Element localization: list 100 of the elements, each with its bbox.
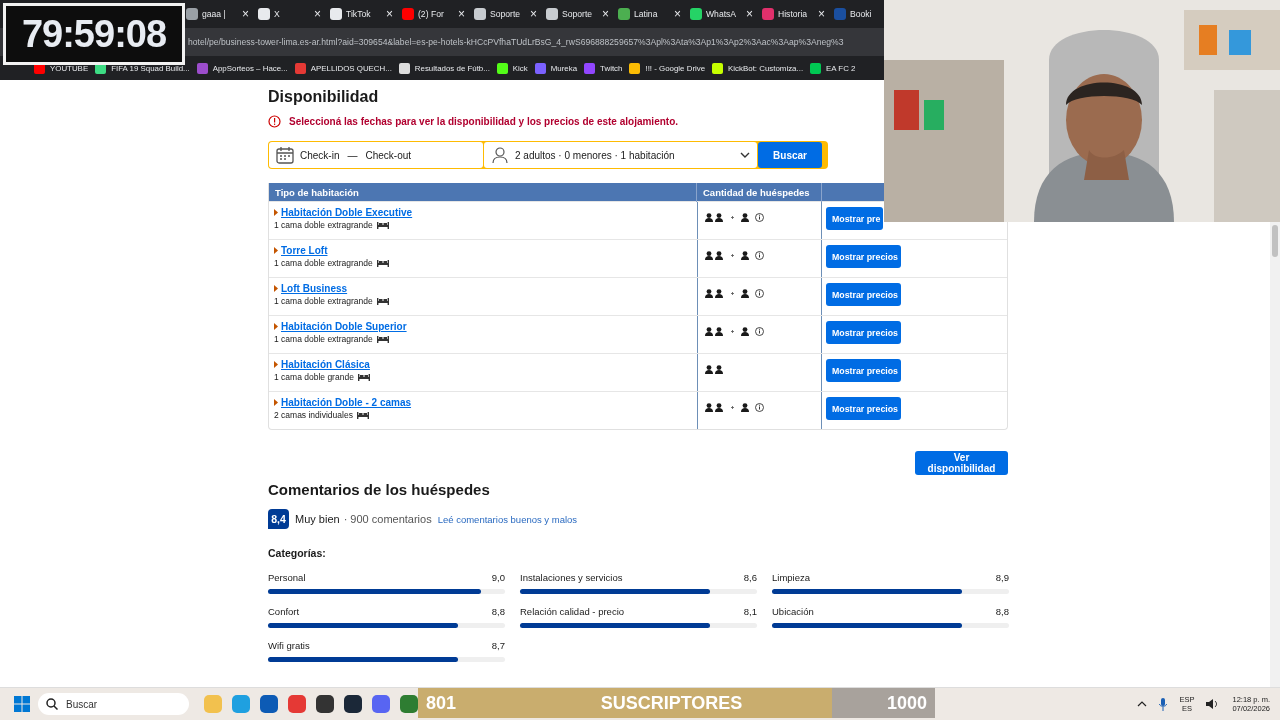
close-icon[interactable]: × xyxy=(314,7,321,21)
tab-title: WhatsA xyxy=(706,9,738,19)
microphone-icon xyxy=(1159,697,1168,711)
column-header: Cantidad de huéspedes xyxy=(697,183,822,202)
chevron-up-icon xyxy=(1137,701,1148,707)
category-name: Ubicación xyxy=(772,606,814,617)
guests-dropdown[interactable]: 2 adultos · 0 menores · 1 habitación xyxy=(484,142,757,168)
category-name: Limpieza xyxy=(772,572,811,583)
alert-icon xyxy=(268,115,281,128)
tab-title: X xyxy=(274,9,281,19)
browser-tab[interactable]: gaaa | × xyxy=(182,3,254,25)
caret-icon xyxy=(274,285,278,292)
close-icon[interactable]: × xyxy=(386,7,393,21)
alert-message: Seleccioná las fechas para ver la disponibilidad y los precios de este alojamiento. xyxy=(289,116,679,127)
room-link[interactable]: Torre Loft xyxy=(281,245,328,256)
app-icon xyxy=(287,694,307,714)
tab-title: Soporte xyxy=(562,9,594,19)
bed-description: 1 cama doble extragrande xyxy=(274,258,373,268)
calendar-icon xyxy=(276,146,294,164)
tab-title: (2) For xyxy=(418,9,445,19)
close-icon[interactable]: × xyxy=(818,7,825,21)
person-icon xyxy=(491,146,509,164)
show-prices-button[interactable]: Mostrar pre xyxy=(826,207,884,230)
close-icon[interactable]: × xyxy=(458,7,465,21)
app-icon xyxy=(259,694,279,714)
chevron-icon xyxy=(740,152,750,158)
app-icon xyxy=(343,694,363,714)
category-score: 8,8 xyxy=(491,606,505,617)
address-field[interactable]: hotel/pe/business-tower-lima.es-ar.html?aid=309654&label=es-pe-hotels-kHCcPVfhaTUdLrBsG_4_rwS696888259657%3Apl%3Ata%3Ap1%3Ap2%3Aac%3Aap%3Aneg%3 xyxy=(188,37,844,47)
room-link[interactable]: Loft Business xyxy=(281,283,348,294)
caret-icon xyxy=(274,247,278,254)
review-count: · 900 comentarios xyxy=(343,513,432,525)
category-score: 8,1 xyxy=(743,606,757,617)
scroll-thumb[interactable] xyxy=(1272,225,1278,257)
bed-icon xyxy=(376,297,389,305)
bed-icon xyxy=(357,373,370,381)
app-icon xyxy=(371,694,391,714)
search-field[interactable]: Buscar xyxy=(38,693,189,715)
browser-tab[interactable]: Soporte × xyxy=(542,3,614,25)
category-name: Personal xyxy=(268,572,306,583)
show-prices-button[interactable]: Mostrar precios xyxy=(826,283,901,306)
close-icon[interactable]: × xyxy=(746,7,753,21)
close-icon[interactable]: × xyxy=(602,7,609,21)
bed-icon xyxy=(376,335,389,343)
close-icon[interactable]: × xyxy=(674,7,681,21)
close-icon[interactable]: × xyxy=(530,7,537,21)
bed-description: 1 cama doble extragrande xyxy=(274,334,373,344)
room-link[interactable]: Habitación Clásica xyxy=(281,359,370,370)
category-name: Instalaciones y servicios xyxy=(520,572,623,583)
subscriber-goal: 1000 xyxy=(886,692,927,714)
tab-title: TikTok xyxy=(346,9,372,19)
close-icon[interactable]: × xyxy=(242,7,249,21)
score-badge: 8,4 xyxy=(268,509,289,529)
category-score: 8,9 xyxy=(995,572,1009,583)
subscriber-count: 801 xyxy=(426,692,457,714)
caret-icon xyxy=(274,209,278,216)
browser-tab[interactable]: TikTok × xyxy=(326,3,398,25)
browser-tab[interactable]: Soporte × xyxy=(470,3,542,25)
bed-description: 1 cama doble extragrande xyxy=(274,220,373,230)
availability-button[interactable]: Ver disponibilidad xyxy=(915,451,1008,475)
tab-title: Historia xyxy=(778,9,809,19)
category-score: 9,0 xyxy=(491,572,505,583)
subscriber-label: SUSCRIPTORES xyxy=(600,692,743,714)
scrollbar[interactable] xyxy=(1270,222,1280,687)
caret-icon xyxy=(274,323,278,330)
room-link[interactable]: Habitación Doble - 2 camas xyxy=(281,397,412,408)
reviews-link[interactable]: Leé comentarios buenos y malos xyxy=(437,513,578,525)
browser-tab[interactable]: Booki xyxy=(830,3,884,25)
show-prices-button[interactable]: Mostrar precios xyxy=(826,321,901,344)
section-title: Disponibilidad xyxy=(268,88,380,106)
category-name: Relación calidad - precio xyxy=(520,606,625,617)
column-header: Tipo de habitación xyxy=(269,183,697,202)
room-link[interactable]: Habitación Doble Executive xyxy=(281,207,413,218)
date-field[interactable]: Check-in — Check-out xyxy=(269,142,483,168)
rating-label: Muy bien xyxy=(295,513,340,525)
app-icon xyxy=(399,694,419,714)
browser-tab[interactable]: X × xyxy=(254,3,326,25)
tab-title: Soporte xyxy=(490,9,522,19)
browser-tab[interactable]: (2) For × xyxy=(398,3,470,25)
room-link[interactable]: Habitación Doble Superior xyxy=(281,321,407,332)
bed-icon xyxy=(376,221,389,229)
show-prices-button[interactable]: Mostrar precios xyxy=(826,245,901,268)
show-prices-button[interactable]: Mostrar precios xyxy=(826,359,901,382)
section-title: Comentarios de los huéspedes xyxy=(268,481,491,498)
bed-description: 1 cama doble grande xyxy=(274,372,354,382)
tab-title: gaaa | xyxy=(202,9,227,19)
category-score: 8,8 xyxy=(995,606,1009,617)
browser-tab[interactable]: WhatsA × xyxy=(686,3,758,25)
caret-icon xyxy=(274,399,278,406)
app-icon xyxy=(315,694,335,714)
show-prices-button[interactable]: Mostrar precios xyxy=(826,397,901,420)
search-icon xyxy=(46,698,58,710)
tab-title: Latina xyxy=(634,9,659,19)
category-score: 8,7 xyxy=(491,640,505,651)
browser-tab[interactable]: Latina × xyxy=(614,3,686,25)
category-score: 8,6 xyxy=(743,572,757,583)
category-name: Wifi gratis xyxy=(268,640,310,651)
windows-icon xyxy=(14,696,30,712)
browser-tab[interactable]: Historia × xyxy=(758,3,830,25)
search-button[interactable]: Buscar xyxy=(758,142,822,168)
